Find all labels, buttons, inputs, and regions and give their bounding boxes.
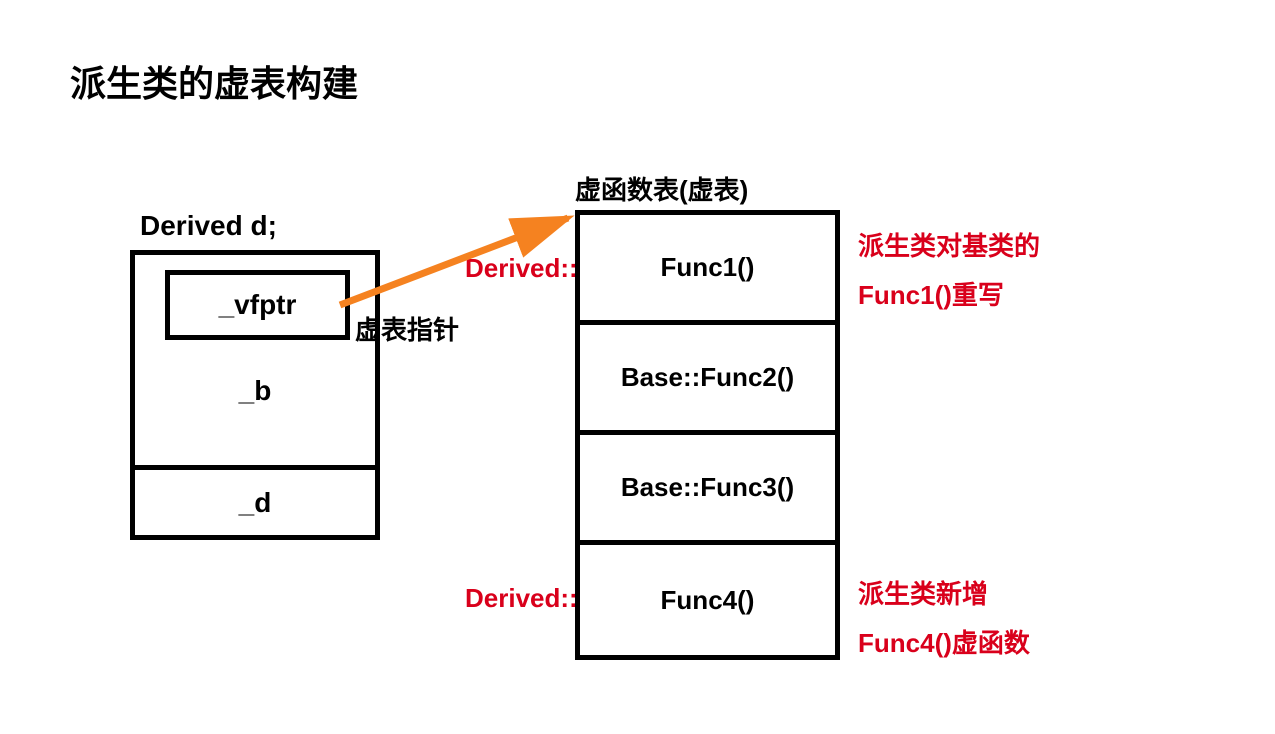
member-b: _b	[135, 375, 375, 407]
vtable-row1-name: Func2()	[700, 362, 794, 393]
note-override: 派生类对基类的 Func1()重写	[858, 222, 1040, 321]
member-d: _d	[130, 470, 380, 540]
vtable-row: Func4()	[580, 545, 835, 655]
vtable-row: Base::Func3()	[580, 435, 835, 545]
vfptr-box: _vfptr	[165, 270, 350, 340]
vtable-box: Func1() Base::Func2() Base::Func3() Func…	[575, 210, 840, 660]
vtable-row3-prefix: Derived::	[465, 583, 578, 614]
object-box: _vfptr _b	[130, 250, 380, 470]
vtable-row0-prefix: Derived::	[465, 253, 578, 284]
note-override-line1: 派生类对基类的	[858, 231, 1040, 261]
vtable-row2-name: Func3()	[700, 472, 794, 503]
vtable-title: 虚函数表(虚表)	[575, 170, 748, 207]
vtable-row3-name: Func4()	[661, 585, 755, 616]
note-newfunc-line1: 派生类新增	[858, 579, 988, 609]
diagram-title: 派生类的虚表构建	[70, 55, 358, 107]
note-newfunc-line2: Func4()虚函数	[858, 628, 1030, 658]
note-override-line2: Func1()重写	[858, 280, 1004, 310]
vtable-pointer-label: 虚表指针	[355, 310, 459, 347]
note-newfunc: 派生类新增 Func4()虚函数	[858, 570, 1030, 669]
vtable-row: Func1()	[580, 215, 835, 325]
vtable-row1-prefix: Base::	[621, 362, 700, 393]
vtable-row0-name: Func1()	[661, 252, 755, 283]
vtable-row: Base::Func2()	[580, 325, 835, 435]
object-declaration: Derived d;	[140, 210, 277, 242]
vtable-row2-prefix: Base::	[621, 472, 700, 503]
